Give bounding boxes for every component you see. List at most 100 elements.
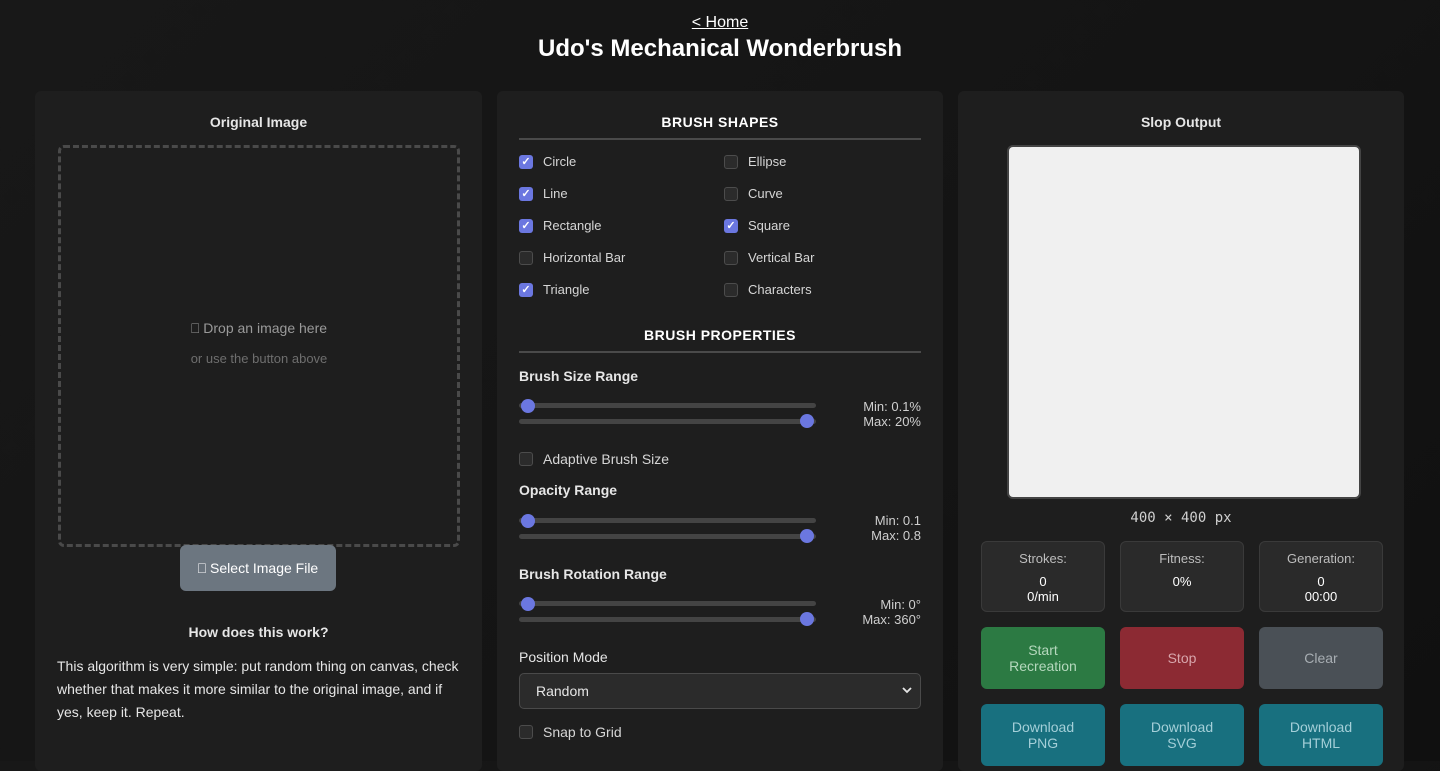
elapsed-time: 00:00	[1304, 589, 1338, 604]
download-html-label: Download HTML	[1289, 719, 1353, 751]
shape-label: Characters	[748, 282, 812, 297]
opacity-range-label: Opacity Range	[519, 482, 618, 498]
rotation-max-value: Max: 360°	[862, 612, 921, 627]
checkbox-checked-icon[interactable]: ✓	[724, 218, 738, 233]
shape-label: Horizontal Bar	[543, 250, 626, 265]
shape-option-ellipse[interactable]: Ellipse	[724, 154, 786, 169]
opacity-min-thumb[interactable]	[521, 514, 535, 528]
download-png-button[interactable]: Download PNG	[981, 704, 1105, 766]
rotation-min-value: Min: 0°	[880, 597, 921, 612]
fitness-label: Fitness:	[1159, 551, 1205, 566]
shape-label: Circle	[543, 154, 577, 169]
shape-option-vertical-bar[interactable]: Vertical Bar	[724, 250, 814, 265]
shape-label: Ellipse	[748, 154, 787, 169]
brush-properties-heading: BRUSH PROPERTIES	[519, 327, 921, 353]
strokes-stat: Strokes: 0 0/min	[981, 541, 1105, 612]
shape-option-characters[interactable]: Characters	[724, 282, 812, 297]
shape-label: Triangle	[543, 282, 590, 297]
generation-value-block: 0 00:00	[1260, 574, 1382, 604]
output-heading: Slop Output	[1140, 114, 1222, 130]
brush-size-max-value: Max: 20%	[863, 414, 921, 429]
shape-option-rectangle[interactable]: ✓ Rectangle	[519, 218, 602, 233]
generation-value: 0	[1317, 574, 1325, 589]
brush-size-min-slider[interactable]	[519, 403, 816, 408]
checkbox-unchecked-icon[interactable]	[724, 282, 738, 297]
shape-option-circle[interactable]: ✓ Circle	[519, 154, 576, 169]
shape-option-horizontal-bar[interactable]: Horizontal Bar	[519, 250, 625, 265]
checkbox-unchecked-icon[interactable]	[724, 250, 738, 265]
brush-size-max-thumb[interactable]	[800, 414, 814, 428]
opacity-max-slider[interactable]	[519, 534, 816, 539]
checkbox-unchecked-icon[interactable]	[724, 186, 738, 201]
select-image-button[interactable]: ⎕ Select Image File	[180, 545, 336, 591]
opacity-max-thumb[interactable]	[800, 529, 814, 543]
shape-label: Square	[748, 218, 790, 233]
how-it-works-text: This algorithm is very simple: put rando…	[57, 658, 459, 720]
output-panel: Slop Output 400 × 400 px Strokes: 0 0/mi…	[958, 91, 1404, 771]
shape-label: Curve	[748, 186, 783, 201]
snap-to-grid-label: Snap to Grid	[543, 724, 622, 740]
shape-option-line[interactable]: ✓ Line	[519, 186, 568, 201]
checkbox-unchecked-icon[interactable]	[519, 725, 533, 739]
shape-option-square[interactable]: ✓ Square	[724, 218, 790, 233]
shape-option-curve[interactable]: Curve	[724, 186, 783, 201]
checkbox-unchecked-icon[interactable]	[519, 250, 533, 265]
opacity-min-value: Min: 0.1	[874, 513, 921, 528]
shape-option-triangle[interactable]: ✓ Triangle	[519, 282, 589, 297]
page-title: Udo's Mechanical Wonderbrush	[538, 35, 902, 62]
original-image-panel: Original Image ⎕ Drop an image here or u…	[35, 91, 482, 771]
checkbox-checked-icon[interactable]: ✓	[519, 186, 533, 201]
how-it-works-heading: How does this work?	[188, 624, 329, 640]
checkbox-unchecked-icon[interactable]	[519, 452, 533, 466]
brush-size-max-slider[interactable]	[519, 419, 816, 424]
strokes-label: Strokes:	[1019, 551, 1067, 566]
opacity-min-slider[interactable]	[519, 518, 816, 523]
clear-button[interactable]: Clear	[1259, 627, 1383, 689]
position-mode-value: Random	[536, 683, 589, 699]
rotation-readout: Min: 0° Max: 360°	[862, 597, 921, 627]
brush-settings-panel: BRUSH SHAPES ✓ Circle Ellipse ✓ Line Cur…	[497, 91, 943, 771]
start-button-label: Start Recreation	[1009, 642, 1077, 674]
download-png-label: Download PNG	[1011, 719, 1075, 751]
rotation-min-thumb[interactable]	[521, 597, 535, 611]
strokes-rate: 0/min	[1027, 589, 1059, 604]
stop-button[interactable]: Stop	[1120, 627, 1244, 689]
generation-stat: Generation: 0 00:00	[1259, 541, 1383, 612]
generation-label: Generation:	[1287, 551, 1355, 566]
shape-label: Rectangle	[543, 218, 602, 233]
rotation-range-label: Brush Rotation Range	[519, 566, 667, 582]
shape-label: Line	[543, 186, 568, 201]
checkbox-unchecked-icon[interactable]	[724, 154, 738, 169]
adaptive-brush-size-option[interactable]: Adaptive Brush Size	[519, 451, 669, 467]
strokes-value: 0	[1039, 574, 1047, 589]
image-dropzone[interactable]: ⎕ Drop an image here or use the button a…	[58, 145, 460, 547]
drop-subtext: or use the button above	[190, 351, 328, 366]
checkbox-checked-icon[interactable]: ✓	[519, 218, 533, 233]
position-mode-label: Position Mode	[519, 649, 608, 665]
start-recreation-button[interactable]: Start Recreation	[981, 627, 1105, 689]
checkbox-checked-icon[interactable]: ✓	[519, 282, 533, 297]
drop-text: ⎕ Drop an image here	[190, 320, 328, 336]
position-mode-select[interactable]: Random	[519, 673, 921, 709]
rotation-max-slider[interactable]	[519, 617, 816, 622]
download-svg-label: Download SVG	[1150, 719, 1214, 751]
canvas-dimensions: 400 × 400 px	[1130, 510, 1232, 526]
brush-size-min-thumb[interactable]	[521, 399, 535, 413]
strokes-value-block: 0 0/min	[982, 574, 1104, 604]
fitness-stat: Fitness: 0%	[1120, 541, 1244, 612]
brush-size-min-value: Min: 0.1%	[863, 399, 921, 414]
fitness-value: 0%	[1172, 574, 1192, 589]
rotation-max-thumb[interactable]	[800, 612, 814, 626]
rotation-min-slider[interactable]	[519, 601, 816, 606]
opacity-max-value: Max: 0.8	[871, 528, 921, 543]
download-html-button[interactable]: Download HTML	[1259, 704, 1383, 766]
download-svg-button[interactable]: Download SVG	[1120, 704, 1244, 766]
checkbox-checked-icon[interactable]: ✓	[519, 154, 533, 169]
snap-to-grid-option[interactable]: Snap to Grid	[519, 724, 622, 740]
shape-label: Vertical Bar	[748, 250, 815, 265]
brush-size-readout: Min: 0.1% Max: 20%	[863, 399, 921, 429]
opacity-readout: Min: 0.1 Max: 0.8	[871, 513, 921, 543]
brush-shapes-heading: BRUSH SHAPES	[519, 114, 921, 140]
home-link[interactable]: < Home	[692, 13, 748, 33]
adaptive-brush-size-label: Adaptive Brush Size	[543, 451, 670, 467]
